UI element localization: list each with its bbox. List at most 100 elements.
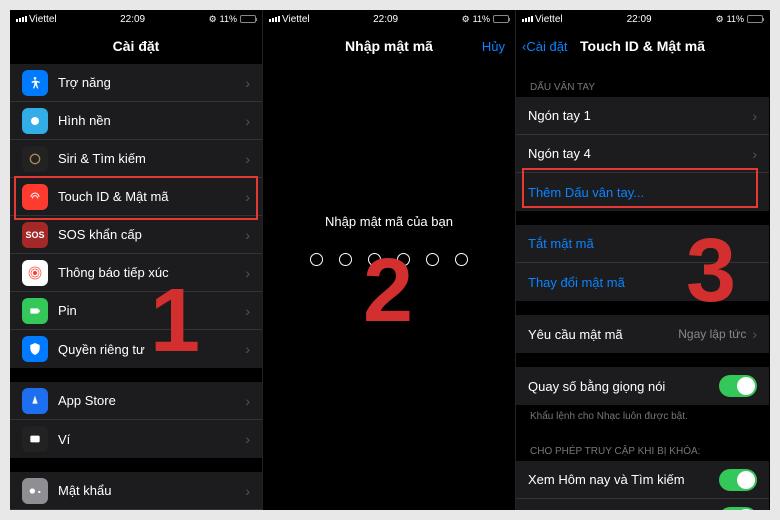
row-privacy[interactable]: Quyền riêng tư› — [10, 330, 262, 368]
row-turnoff-passcode[interactable]: Tắt mật mã — [516, 225, 769, 263]
alarm-icon: ⚙ — [716, 14, 724, 25]
row-label: Pin — [58, 303, 245, 318]
row-battery[interactable]: Pin› — [10, 292, 262, 330]
row-label: Thêm Dấu vân tay... — [528, 185, 757, 200]
alarm-icon: ⚙ — [209, 14, 217, 25]
toggle-voicedial[interactable] — [719, 375, 757, 397]
row-siri[interactable]: Siri & Tìm kiếm› — [10, 140, 262, 178]
dot — [397, 253, 410, 266]
status-time: 22:09 — [120, 14, 145, 25]
chevron-icon: › — [245, 341, 250, 357]
dot — [426, 253, 439, 266]
battery-pct: 11% — [473, 14, 490, 24]
status-bar: Viettel 22:09 ⚙11% — [10, 10, 262, 28]
row-label: App Store — [58, 393, 245, 408]
chevron-icon: › — [245, 151, 250, 167]
row-exposure[interactable]: Thông báo tiếp xúc› — [10, 254, 262, 292]
row-voice-dial[interactable]: Quay số bằng giọng nói — [516, 367, 769, 405]
row-label: SOS khẩn cấp — [58, 227, 245, 242]
chevron-icon: › — [245, 393, 250, 409]
appstore-icon — [22, 388, 48, 414]
status-bar: Viettel 22:09 ⚙11% — [516, 10, 769, 28]
row-label: Yêu cầu mật mã — [528, 327, 678, 342]
row-detail: Ngay lập tức — [678, 327, 746, 341]
alarm-icon: ⚙ — [462, 14, 470, 25]
row-label: Thay đổi mật mã — [528, 275, 757, 290]
row-finger1[interactable]: Ngón tay 1› — [516, 97, 769, 135]
row-passwords[interactable]: Mật khẩu› — [10, 472, 262, 510]
chevron-icon: › — [752, 108, 757, 124]
row-require-passcode[interactable]: Yêu cầu mật mãNgay lập tức› — [516, 315, 769, 353]
row-touchid[interactable]: Touch ID & Mật mã› — [10, 178, 262, 216]
section-header-fingerprints: DẤU VÂN TAY — [516, 78, 769, 97]
chevron-icon: › — [245, 431, 250, 447]
chevron-icon: › — [245, 113, 250, 129]
dot — [368, 253, 381, 266]
battery-icon — [240, 15, 256, 23]
accessibility-icon — [22, 70, 48, 96]
row-today[interactable]: Xem Hôm nay và Tìm kiếm — [516, 461, 769, 499]
chevron-icon: › — [245, 265, 250, 281]
chevron-icon: › — [245, 303, 250, 319]
row-label: Hình nền — [58, 113, 245, 128]
battery-icon — [493, 15, 509, 23]
wallet-icon — [22, 426, 48, 452]
passcode-dots[interactable] — [263, 253, 515, 266]
row-label: Xem Hôm nay và Tìm kiếm — [528, 472, 719, 487]
row-label: Tắt mật mã — [528, 236, 757, 251]
carrier: Viettel — [535, 14, 563, 25]
row-finger4[interactable]: Ngón tay 4› — [516, 135, 769, 173]
row-label: Thông báo tiếp xúc — [58, 265, 245, 280]
toggle-notif[interactable] — [719, 507, 757, 510]
row-label: Siri & Tìm kiếm — [58, 151, 245, 166]
toggle-today[interactable] — [719, 469, 757, 491]
navbar: Cài đặt — [10, 28, 262, 64]
row-accessibility[interactable]: Trợ năng› — [10, 64, 262, 102]
screen-touchid: Viettel 22:09 ⚙11% ‹ Cài đặt Touch ID & … — [516, 10, 769, 510]
dot — [339, 253, 352, 266]
sos-icon: SOS — [22, 222, 48, 248]
siri-icon — [22, 146, 48, 172]
row-label: Mật khẩu — [58, 483, 245, 498]
battery-pct: 11% — [727, 14, 744, 24]
chevron-icon: › — [245, 227, 250, 243]
carrier: Viettel — [282, 14, 310, 25]
section-footer: Khẩu lệnh cho Nhạc luôn được bật. — [516, 405, 769, 428]
row-label: Touch ID & Mật mã — [58, 189, 245, 204]
battery-row-icon — [22, 298, 48, 324]
page-title: Nhập mật mã — [345, 38, 433, 54]
chevron-icon: › — [245, 483, 250, 499]
section-header-lock: CHO PHÉP TRUY CẬP KHI BỊ KHÓA: — [516, 442, 769, 461]
chevron-icon: › — [245, 189, 250, 205]
dot — [310, 253, 323, 266]
row-label: Quyền riêng tư — [58, 342, 245, 357]
navbar: Nhập mật mã Hủy — [263, 28, 515, 64]
battery-icon — [747, 15, 763, 23]
key-icon — [22, 478, 48, 504]
privacy-icon — [22, 336, 48, 362]
row-label: Trợ năng — [58, 75, 245, 90]
row-wallet[interactable]: Ví› — [10, 420, 262, 458]
page-title: Cài đặt — [113, 38, 160, 54]
status-time: 22:09 — [627, 14, 652, 25]
row-label: Ngón tay 1 — [528, 108, 752, 123]
back-label: Cài đặt — [526, 39, 567, 54]
chevron-icon: › — [752, 146, 757, 162]
row-notif[interactable]: Trung tâm thông báo — [516, 499, 769, 510]
row-sos[interactable]: SOS SOS khẩn cấp› — [10, 216, 262, 254]
carrier: Viettel — [29, 14, 57, 25]
row-appstore[interactable]: App Store› — [10, 382, 262, 420]
status-time: 22:09 — [373, 14, 398, 25]
row-label: Quay số bằng giọng nói — [528, 379, 719, 394]
back-button[interactable]: ‹ Cài đặt — [522, 39, 568, 54]
row-add-fingerprint[interactable]: Thêm Dấu vân tay... — [516, 173, 769, 211]
wallpaper-icon — [22, 108, 48, 134]
status-bar: Viettel 22:09 ⚙11% — [263, 10, 515, 28]
row-change-passcode[interactable]: Thay đổi mật mã — [516, 263, 769, 301]
screen-passcode: Viettel 22:09 ⚙11% Nhập mật mã Hủy Nhập … — [263, 10, 516, 510]
row-wallpaper[interactable]: Hình nền› — [10, 102, 262, 140]
row-label: Ví — [58, 432, 245, 447]
cancel-button[interactable]: Hủy — [482, 39, 505, 54]
navbar: ‹ Cài đặt Touch ID & Mật mã — [516, 28, 769, 64]
row-label: Ngón tay 4 — [528, 146, 752, 161]
